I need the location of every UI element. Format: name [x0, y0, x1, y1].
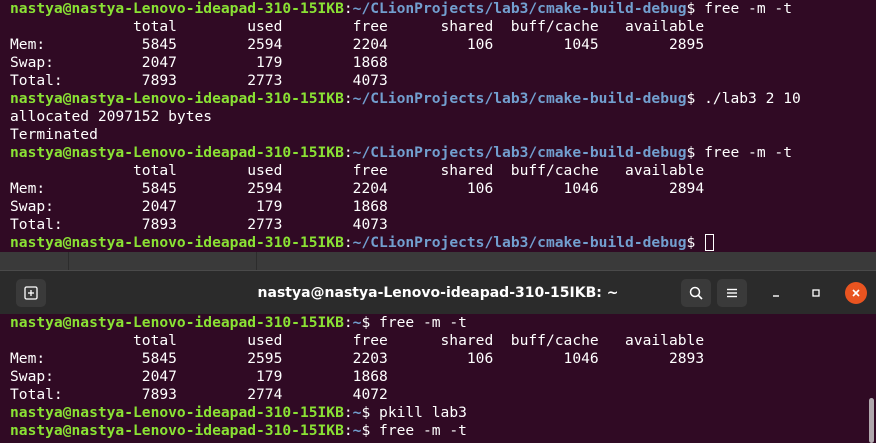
prompt-user-host: nastya@nastya-Lenovo-ideapad-310-15IKB — [10, 404, 344, 421]
output-line: Mem: 5845 2594 2204 106 1045 2895 — [10, 36, 705, 53]
prompt-line: nastya@nastya-Lenovo-ideapad-310-15IKB:~… — [0, 90, 876, 108]
terminal-scrollbar[interactable] — [869, 398, 874, 443]
prompt-separator: : — [343, 314, 353, 331]
prompt-separator: : — [343, 404, 353, 421]
output-line: total used free shared buff/cache availa… — [10, 162, 705, 179]
prompt-command: $ free -m -t — [361, 422, 467, 439]
prompt-path: ~/CLionProjects/lab3/cmake-build-debug — [352, 90, 687, 107]
prompt-path: ~/CLionProjects/lab3/cmake-build-debug — [352, 0, 687, 17]
output-line: Total: 7893 2773 4073 — [10, 216, 388, 233]
output-line: total used free shared buff/cache availa… — [10, 332, 705, 349]
prompt-separator: : — [343, 0, 353, 17]
prompt-path: ~/CLionProjects/lab3/cmake-build-debug — [352, 144, 687, 161]
prompt-user-host: nastya@nastya-Lenovo-ideapad-310-15IKB — [10, 144, 344, 161]
prompt-command: $ free -m -t — [361, 314, 467, 331]
hamburger-menu-icon — [727, 288, 737, 298]
output-line: Terminated — [10, 126, 98, 143]
maximize-button[interactable] — [805, 282, 827, 304]
prompt-user-host: nastya@nastya-Lenovo-ideapad-310-15IKB — [10, 314, 344, 331]
output-line: allocated 2097152 bytes — [10, 108, 213, 125]
prompt-command: $ — [686, 234, 705, 251]
prompt-user-host: nastya@nastya-Lenovo-ideapad-310-15IKB — [10, 0, 344, 17]
prompt-command: $ ./lab3 2 10 — [686, 90, 801, 107]
output-line: Mem: 5845 2594 2204 106 1046 2894 — [10, 180, 705, 197]
minimize-button[interactable] — [765, 282, 787, 304]
prompt-separator: : — [343, 422, 353, 439]
prompt-separator: : — [343, 144, 353, 161]
prompt-user-host: nastya@nastya-Lenovo-ideapad-310-15IKB — [10, 90, 344, 107]
prompt-user-host: nastya@nastya-Lenovo-ideapad-310-15IKB — [10, 422, 344, 439]
output-line: total used free shared buff/cache availa… — [10, 18, 705, 35]
prompt-line: nastya@nastya-Lenovo-ideapad-310-15IKB:~… — [0, 0, 876, 18]
maximize-icon — [812, 289, 820, 297]
background-segment — [68, 252, 257, 270]
output-line: Total: 7893 2774 4072 — [10, 386, 388, 403]
close-button[interactable] — [845, 282, 867, 304]
prompt-command: $ free -m -t — [686, 0, 792, 17]
prompt-separator: : — [343, 90, 353, 107]
output-line: Swap: 2047 179 1868 — [10, 368, 388, 385]
background-window-strip — [0, 252, 876, 270]
prompt-command: $ free -m -t — [686, 144, 792, 161]
background-segment — [0, 252, 69, 270]
prompt-separator: : — [343, 234, 353, 251]
prompt-user-host: nastya@nastya-Lenovo-ideapad-310-15IKB — [10, 234, 344, 251]
search-icon — [689, 286, 703, 300]
terminal-headerbar: nastya@nastya-Lenovo-ideapad-310-15IKB: … — [0, 270, 876, 314]
prompt-line: nastya@nastya-Lenovo-ideapad-310-15IKB:~… — [0, 404, 876, 422]
output-line: Swap: 2047 179 1868 — [10, 54, 388, 71]
top-terminal-output[interactable]: nastya@nastya-Lenovo-ideapad-310-15IKB:~… — [0, 0, 876, 252]
prompt-line: nastya@nastya-Lenovo-ideapad-310-15IKB:~… — [0, 314, 876, 332]
output-line: Total: 7893 2773 4073 — [10, 72, 388, 89]
output-line: Mem: 5845 2595 2203 106 1046 2893 — [10, 350, 705, 367]
search-button[interactable] — [681, 279, 711, 307]
prompt-command: $ pkill lab3 — [361, 404, 467, 421]
text-cursor — [705, 234, 715, 251]
close-icon — [852, 289, 860, 297]
menu-button[interactable] — [717, 279, 747, 307]
minimize-icon — [773, 295, 779, 297]
output-line: Swap: 2047 179 1868 — [10, 198, 388, 215]
prompt-line: nastya@nastya-Lenovo-ideapad-310-15IKB:~… — [0, 422, 876, 440]
prompt-line: nastya@nastya-Lenovo-ideapad-310-15IKB:~… — [0, 144, 876, 162]
prompt-path: ~/CLionProjects/lab3/cmake-build-debug — [352, 234, 687, 251]
prompt-line: nastya@nastya-Lenovo-ideapad-310-15IKB:~… — [0, 234, 876, 252]
bottom-terminal-output[interactable]: nastya@nastya-Lenovo-ideapad-310-15IKB:~… — [0, 314, 876, 443]
